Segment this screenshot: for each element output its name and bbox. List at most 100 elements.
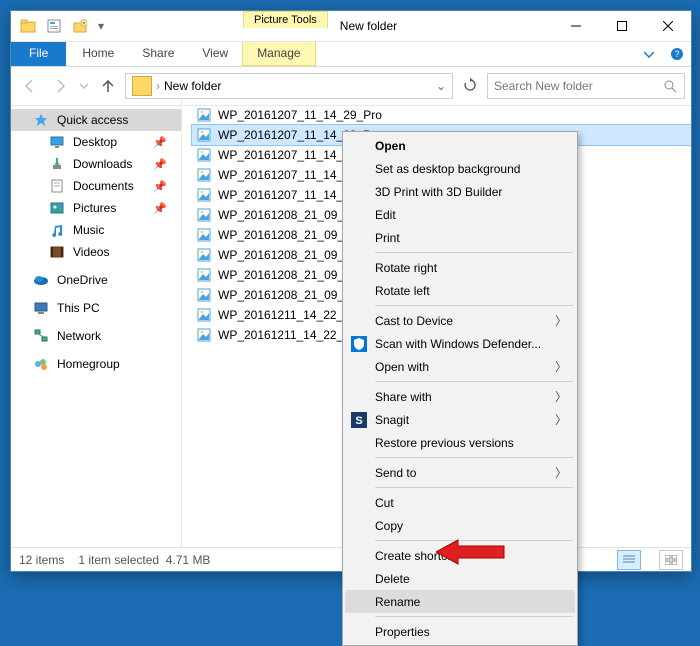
desktop-icon: [49, 134, 65, 150]
address-bar[interactable]: › New folder ⌄: [125, 73, 453, 99]
menu-send-to[interactable]: Send to〉: [345, 461, 575, 484]
address-path: New folder: [160, 79, 432, 93]
tab-manage[interactable]: Manage: [242, 42, 315, 66]
search-placeholder: Search New folder: [494, 79, 593, 93]
pin-icon: 📌: [153, 136, 167, 149]
snagit-icon: S: [350, 411, 368, 429]
maximize-button[interactable]: [599, 11, 645, 41]
menu-edit[interactable]: Edit: [345, 203, 575, 226]
close-button[interactable]: [645, 11, 691, 41]
menu-label: Edit: [375, 208, 396, 222]
nav-homegroup[interactable]: Homegroup: [11, 353, 181, 375]
menu-snagit[interactable]: SSnagit〉: [345, 408, 575, 431]
image-file-icon: [196, 167, 212, 183]
details-view-button[interactable]: [617, 550, 641, 570]
image-file-icon: [196, 307, 212, 323]
submenu-arrow-icon: 〉: [555, 312, 567, 329]
menu-label: Open: [375, 139, 406, 153]
menu-set-as-desktop-background[interactable]: Set as desktop background: [345, 157, 575, 180]
file-item[interactable]: WP_20161207_11_14_29_Pro: [192, 105, 691, 125]
image-file-icon: [196, 107, 212, 123]
menu-open-with[interactable]: Open with〉: [345, 355, 575, 378]
menu-copy[interactable]: Copy: [345, 514, 575, 537]
menu-separator: [375, 305, 573, 306]
tab-share[interactable]: Share: [128, 42, 188, 66]
nav-item-label: Music: [73, 223, 104, 237]
recent-locations-icon[interactable]: [77, 73, 91, 99]
image-file-icon: [196, 147, 212, 163]
submenu-arrow-icon: 〉: [555, 358, 567, 375]
menu-rename[interactable]: Rename: [345, 590, 575, 613]
nav-quick-access[interactable]: Quick access: [11, 109, 181, 131]
menu-label: Cast to Device: [375, 314, 453, 328]
menu-print[interactable]: Print: [345, 226, 575, 249]
image-file-icon: [196, 207, 212, 223]
annotation-arrow: [436, 537, 506, 567]
menu-rotate-left[interactable]: Rotate left: [345, 279, 575, 302]
minimize-button[interactable]: [553, 11, 599, 41]
music-icon: [49, 222, 65, 238]
menu-label: Restore previous versions: [375, 436, 514, 450]
quick-access-toolbar: ★ ▾: [11, 11, 113, 41]
nav-network[interactable]: Network: [11, 325, 181, 347]
forward-button[interactable]: [47, 73, 73, 99]
picture-tools-label: Picture Tools: [243, 11, 328, 28]
refresh-button[interactable]: [457, 78, 483, 95]
menu-separator: [375, 381, 573, 382]
help-button[interactable]: ?: [663, 42, 691, 66]
up-button[interactable]: [95, 73, 121, 99]
thumbnails-view-button[interactable]: [659, 550, 683, 570]
menu-open[interactable]: Open: [345, 134, 575, 157]
nav-label: This PC: [57, 301, 100, 315]
qat-newfolder-icon[interactable]: ★: [68, 14, 92, 38]
file-name: WP_20161207_11_14_29_Pro: [218, 108, 382, 122]
tab-home[interactable]: Home: [68, 42, 128, 66]
menu-label: Share with: [375, 390, 432, 404]
menu-label: Set as desktop background: [375, 162, 520, 176]
menu-rotate-right[interactable]: Rotate right: [345, 256, 575, 279]
ribbon-expand-icon[interactable]: [635, 42, 663, 66]
nav-this-pc[interactable]: This PC: [11, 297, 181, 319]
documents-icon: [49, 178, 65, 194]
tab-file[interactable]: File: [11, 42, 66, 66]
pictures-icon: [49, 200, 65, 216]
submenu-arrow-icon: 〉: [555, 464, 567, 481]
nav-item-label: Videos: [73, 245, 109, 259]
menu-separator: [375, 487, 573, 488]
network-icon: [33, 328, 49, 344]
menu-label: Copy: [375, 519, 403, 533]
qat-properties-icon[interactable]: [42, 14, 66, 38]
menu-cut[interactable]: Cut: [345, 491, 575, 514]
search-icon: [662, 78, 678, 94]
nav-item-music[interactable]: Music: [11, 219, 181, 241]
nav-item-documents[interactable]: Documents📌: [11, 175, 181, 197]
onedrive-icon: [33, 272, 49, 288]
pc-icon: [33, 300, 49, 316]
image-file-icon: [196, 127, 212, 143]
nav-item-desktop[interactable]: Desktop📌: [11, 131, 181, 153]
videos-icon: [49, 244, 65, 260]
menu-cast-to-device[interactable]: Cast to Device 〉: [345, 309, 575, 332]
ribbon: File Home Share View Manage ?: [11, 42, 691, 67]
menu-3d-print-with-3d-builder[interactable]: 3D Print with 3D Builder: [345, 180, 575, 203]
folder-icon: [132, 76, 152, 96]
qat-customize-icon[interactable]: ▾: [94, 14, 108, 38]
back-button[interactable]: [17, 73, 43, 99]
nav-item-label: Downloads: [73, 157, 132, 171]
menu-label: Delete: [375, 572, 410, 586]
nav-item-pictures[interactable]: Pictures📌: [11, 197, 181, 219]
nav-onedrive[interactable]: OneDrive: [11, 269, 181, 291]
address-dropdown-icon[interactable]: ⌄: [432, 79, 450, 93]
window-controls: [553, 11, 691, 41]
nav-label: Homegroup: [57, 357, 120, 371]
menu-label: Rotate right: [375, 261, 437, 275]
nav-item-downloads[interactable]: Downloads📌: [11, 153, 181, 175]
menu-delete[interactable]: Delete: [345, 567, 575, 590]
image-file-icon: [196, 187, 212, 203]
menu-restore-previous-versions[interactable]: Restore previous versions: [345, 431, 575, 454]
nav-item-videos[interactable]: Videos: [11, 241, 181, 263]
menu-share-with[interactable]: Share with〉: [345, 385, 575, 408]
search-box[interactable]: Search New folder: [487, 73, 685, 99]
tab-view[interactable]: View: [188, 42, 242, 66]
menu-scan-with-windows-defender-[interactable]: Scan with Windows Defender...: [345, 332, 575, 355]
